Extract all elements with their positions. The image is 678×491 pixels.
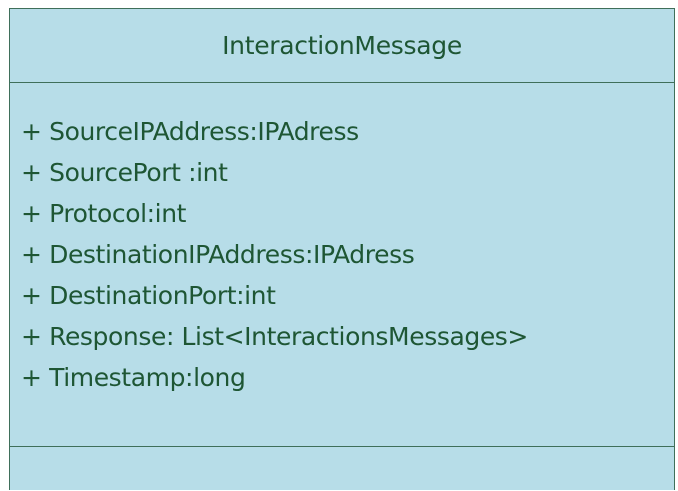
- attribute-response: + Response: List<InteractionsMessages>: [21, 322, 528, 351]
- uml-class-box: InteractionMessage + SourceIPAddress:IPA…: [9, 8, 675, 490]
- attribute-protocol: + Protocol:int: [21, 199, 187, 228]
- attribute-source-ip-address: + SourceIPAddress:IPAdress: [21, 117, 359, 146]
- class-name: InteractionMessage: [10, 9, 674, 83]
- attribute-destination-ip-address: + DestinationIPAddress:IPAdress: [21, 240, 415, 269]
- operations-compartment: [10, 447, 674, 491]
- attributes-compartment: + SourceIPAddress:IPAdress + SourcePort …: [10, 83, 674, 447]
- attribute-source-port: + SourcePort :int: [21, 158, 228, 187]
- attribute-timestamp: + Timestamp:long: [21, 363, 246, 392]
- attribute-destination-port: + DestinationPort:int: [21, 281, 276, 310]
